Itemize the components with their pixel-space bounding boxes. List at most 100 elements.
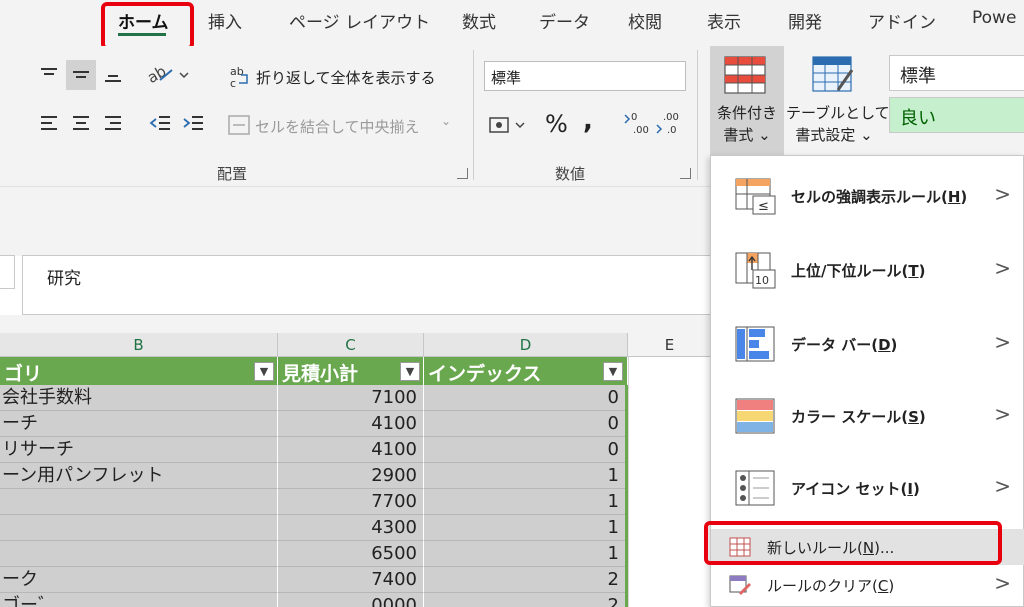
conditional-formatting-button[interactable]: 条件付き 書式 ⌄ — [710, 46, 784, 156]
menu-item-label: カラー スケール( — [791, 408, 909, 426]
filter-dropdown-icon[interactable]: ▼ — [400, 362, 420, 381]
column-header-e[interactable]: E — [628, 333, 712, 357]
column-e-cells[interactable] — [628, 357, 712, 607]
table-row: ーク 7400 2 — [0, 567, 626, 593]
menu-item-label-end: ) — [890, 336, 898, 354]
tab-data[interactable]: データ — [539, 8, 590, 33]
cell-category[interactable] — [0, 515, 278, 541]
cell-category[interactable] — [0, 489, 278, 515]
accounting-format-icon[interactable] — [487, 110, 535, 140]
cell-index[interactable]: 1 — [424, 463, 626, 489]
menu-item-clear-rules[interactable]: ルールのクリア(C) > — [711, 567, 1024, 603]
menu-item-label-end: ) — [918, 262, 926, 280]
tab-addins[interactable]: アドイン — [868, 8, 936, 33]
decrease-indent-icon[interactable] — [145, 108, 175, 138]
cell-category[interactable]: リサーチ — [0, 437, 278, 463]
menu-item-label-end: ) — [960, 188, 968, 206]
cell-estimate-subtotal[interactable]: 7100 — [278, 385, 424, 411]
tab-insert[interactable]: 挿入 — [208, 8, 242, 33]
cell-index[interactable]: 0 — [424, 411, 626, 437]
cell-index[interactable]: 0 — [424, 437, 626, 463]
clear-rules-icon — [729, 575, 751, 595]
cell-category[interactable]: ーチ — [0, 411, 278, 437]
cell-style-good[interactable]: 良い — [889, 97, 1024, 133]
cell-category[interactable] — [0, 541, 278, 567]
comma-style-icon[interactable]: , — [583, 106, 593, 136]
menu-item-accesskey: C — [877, 577, 889, 595]
highlight-cells-rules-icon: ≤ — [735, 178, 776, 215]
format-as-table-icon — [812, 56, 854, 92]
top-bottom-rules-icon: 10 — [735, 252, 776, 289]
cell-index[interactable]: 1 — [424, 515, 626, 541]
icon-sets-icon — [735, 470, 775, 506]
svg-text:.0: .0 — [667, 125, 677, 136]
alignment-dialog-launcher-icon[interactable] — [457, 168, 468, 179]
cell-category[interactable]: ーク — [0, 567, 278, 593]
decrease-decimal-icon[interactable]: .00.0 — [654, 108, 684, 138]
menu-item-data-bars[interactable]: データ バー(D) > — [711, 310, 1024, 380]
orientation-icon[interactable]: ab — [145, 60, 191, 90]
align-middle-icon[interactable] — [66, 60, 96, 90]
cell-index[interactable]: 2 — [424, 593, 626, 607]
column-header-b[interactable]: B — [0, 333, 278, 357]
submenu-arrow-icon: > — [994, 474, 1011, 498]
align-bottom-icon[interactable] — [98, 60, 128, 90]
cell-estimate-subtotal[interactable]: 4100 — [278, 437, 424, 463]
cell-index[interactable]: 1 — [424, 489, 626, 515]
cell-estimate-subtotal[interactable]: 4100 — [278, 411, 424, 437]
menu-item-icon-sets[interactable]: アイコン セット(I) > — [711, 454, 1024, 524]
number-dialog-launcher-icon[interactable] — [680, 168, 691, 179]
align-left-icon[interactable] — [34, 108, 64, 138]
cell-estimate-subtotal[interactable]: 7400 — [278, 567, 424, 593]
ribbon-separator — [473, 50, 474, 180]
menu-item-label: セルの強調表示ルール( — [791, 188, 948, 206]
cell-index[interactable]: 2 — [424, 567, 626, 593]
cell-estimate-subtotal[interactable]: 2900 — [278, 463, 424, 489]
formula-bar-value: 研究 — [47, 269, 81, 289]
wrap-text-button[interactable]: 折り返して全体を表示する — [256, 67, 436, 88]
align-right-icon[interactable] — [98, 108, 128, 138]
tab-view[interactable]: 表示 — [707, 8, 741, 33]
tab-review[interactable]: 校閲 — [628, 8, 662, 33]
name-box[interactable] — [0, 255, 15, 289]
merge-center-button[interactable]: セルを結合して中央揃え — [255, 116, 420, 137]
table-row: 6500 1 — [0, 541, 626, 567]
cell-estimate-subtotal[interactable]: 6500 — [278, 541, 424, 567]
tab-formulas[interactable]: 数式 — [462, 8, 496, 33]
svg-text:0: 0 — [631, 112, 637, 123]
cell-estimate-subtotal[interactable]: 7700 — [278, 489, 424, 515]
menu-item-color-scales[interactable]: カラー スケール(S) > — [711, 382, 1024, 452]
percent-style-icon[interactable]: % — [545, 110, 568, 138]
column-header-c[interactable]: C — [278, 333, 424, 357]
cell-index[interactable]: 0 — [424, 385, 626, 411]
column-header-d[interactable]: D — [424, 333, 628, 357]
number-format-select[interactable]: 標準 ⌄ — [484, 61, 686, 91]
svg-text:.00: .00 — [663, 112, 679, 123]
cell-style-normal[interactable]: 標準 — [889, 55, 1024, 91]
format-as-table-button[interactable]: テーブルとして 書式設定 ⌄ — [786, 46, 890, 156]
merge-center-dropdown-icon[interactable]: ⌄ — [441, 114, 451, 128]
align-top-icon[interactable] — [34, 60, 64, 90]
increase-indent-icon[interactable] — [178, 108, 208, 138]
table-header-index[interactable]: インデックス — [424, 357, 628, 385]
cell-category[interactable]: ゴー゛ — [0, 593, 278, 607]
filter-dropdown-icon[interactable]: ▼ — [254, 362, 274, 381]
menu-item-top-bottom-rules[interactable]: 10 上位/下位ルール(T) > — [711, 236, 1024, 306]
tab-developer[interactable]: 開発 — [788, 8, 822, 33]
filter-dropdown-icon[interactable]: ▼ — [603, 362, 623, 381]
cell-estimate-subtotal[interactable]: 0000 — [278, 593, 424, 607]
cell-category[interactable]: 会社手数料 — [0, 385, 278, 411]
cell-index[interactable]: 1 — [424, 541, 626, 567]
menu-item-accesskey: D — [878, 336, 891, 354]
tab-power[interactable]: Powe — [972, 8, 1016, 28]
increase-decimal-icon[interactable]: 0.00 — [622, 108, 652, 138]
table-header-category[interactable]: ゴリ — [0, 357, 278, 385]
table-row: ーン用パンフレット 2900 1 — [0, 463, 626, 489]
menu-item-highlight-cells-rules[interactable]: ≤ セルの強調表示ルール(H) > — [711, 162, 1024, 232]
cell-category[interactable]: ーン用パンフレット — [0, 463, 278, 489]
tab-page-layout[interactable]: ページ レイアウト — [289, 8, 430, 33]
align-center-icon[interactable] — [66, 108, 96, 138]
ribbon-tabs: ホーム 挿入 ページ レイアウト 数式 データ 校閲 表示 開発 アドイン Po… — [0, 0, 1024, 50]
alignment-group-label: 配置 — [217, 165, 248, 183]
cell-estimate-subtotal[interactable]: 4300 — [278, 515, 424, 541]
